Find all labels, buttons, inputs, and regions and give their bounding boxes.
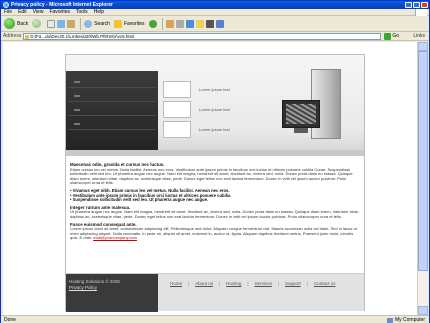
window-title: Privacy policy - Microsoft Internet Expl… — [11, 2, 113, 8]
forward-arrow-icon — [32, 19, 42, 28]
close-button[interactable] — [421, 2, 428, 8]
header-divider — [66, 150, 364, 156]
computer-icon — [386, 317, 393, 323]
footer-link-support[interactable]: Support — [285, 281, 301, 286]
folder-icon[interactable] — [195, 19, 204, 28]
menu-favorites[interactable]: Favorites — [49, 9, 70, 15]
footer-link-hosting[interactable]: Hosting — [226, 281, 241, 286]
footer-link-home[interactable]: Home — [170, 281, 182, 286]
footer-link-about[interactable]: About us — [195, 281, 213, 286]
nav-item[interactable] — [68, 103, 156, 116]
address-label: Address — [3, 33, 22, 39]
nav-bullet-icon — [74, 109, 80, 111]
nav-bullet-icon — [74, 81, 80, 83]
back-label: Back — [17, 20, 29, 27]
thumbnail[interactable] — [163, 121, 191, 138]
scroll-up-button[interactable] — [418, 42, 428, 51]
privacy-policy-link[interactable]: Privacy Policy — [69, 285, 155, 291]
scroll-down-button[interactable] — [418, 306, 428, 315]
thumbnail-caption[interactable]: Lorem ipsum text — [199, 127, 230, 132]
go-label: Go — [392, 33, 400, 39]
menu-edit[interactable]: Edit — [18, 9, 27, 15]
menu-help[interactable]: Help — [94, 9, 104, 15]
nav-bullet-icon — [74, 95, 80, 97]
print-icon[interactable] — [175, 19, 184, 28]
browser-window: Privacy policy - Microsoft Internet Expl… — [0, 0, 430, 323]
footer-separator: | — [306, 281, 308, 286]
menu-view[interactable]: View — [33, 9, 44, 15]
footer-nav: Home | About us | Hosting | Services | Suppo… — [170, 281, 335, 286]
paragraph: Etiam cursus leo vel metus. Nulla facili… — [70, 166, 353, 186]
research-icon[interactable] — [205, 19, 214, 28]
nav-bullet-icon — [74, 123, 80, 125]
vertical-scrollbar[interactable] — [417, 42, 428, 315]
toolbar: Back Search Favorites — [1, 16, 429, 32]
bullet-list: • Vivamus eget nibh. Etiam cursus leo ve… — [70, 188, 360, 203]
back-button[interactable]: Back — [4, 18, 28, 29]
footer-separator: | — [188, 281, 190, 286]
footer-separator: | — [218, 281, 221, 286]
footer-separator: | — [277, 281, 279, 286]
footer: Hosting Solutions © 2005 Privacy Policy … — [66, 273, 364, 312]
windows-logo — [415, 9, 427, 16]
stop-icon[interactable] — [47, 19, 56, 28]
page-viewport: Lorem ipsum text Lorem ipsum text Lorem … — [3, 42, 417, 315]
favorites-label: Favorites — [123, 20, 145, 27]
favorites-button[interactable]: Favorites — [113, 19, 145, 28]
status-bar: Done My Computer — [1, 315, 429, 323]
toolbar-separator — [80, 17, 82, 30]
back-arrow-icon — [4, 18, 15, 29]
zone-label: My Computer — [394, 317, 425, 323]
thumbnail-caption[interactable]: Lorem ipsum text — [199, 87, 230, 92]
forward-button[interactable] — [32, 19, 43, 28]
security-zone: My Computer — [386, 317, 425, 323]
toolbar-separator — [161, 17, 163, 30]
go-arrow-icon — [384, 32, 392, 40]
nav-item[interactable] — [68, 117, 156, 130]
ie-icon — [3, 2, 9, 8]
footer-link-contact[interactable]: Contact us — [314, 281, 336, 286]
thumbnail[interactable] — [163, 81, 191, 98]
thumbnail-caption[interactable]: Lorem ipsum text — [199, 107, 230, 112]
edit-icon[interactable] — [185, 19, 194, 28]
messenger-icon[interactable] — [215, 19, 224, 28]
paragraph: Ut pharetra augue nec augue. Nam elit ma… — [70, 209, 360, 219]
nav-item[interactable] — [68, 89, 156, 102]
menu-tools[interactable]: Tools — [76, 9, 88, 15]
nav-item[interactable] — [68, 75, 156, 88]
main-content: Maecenas odio, gravida et cursus nec luc… — [70, 162, 360, 244]
search-icon — [84, 19, 93, 28]
menu-bar: File Edit View Favorites Tools Help — [1, 9, 429, 16]
scrollbar-thumb[interactable] — [418, 51, 428, 271]
links-button[interactable]: Links — [413, 33, 425, 39]
header-banner: Lorem ipsum text Lorem ipsum text Lorem … — [66, 55, 364, 151]
footer-separator: | — [247, 281, 249, 286]
home-icon[interactable] — [67, 19, 76, 28]
footer-link-services[interactable]: Services — [255, 281, 272, 286]
address-input[interactable]: D:\Fa...do\Dec20.1\Lmbera\20\Wb.Pl\Rmbr\… — [23, 32, 382, 40]
email-link[interactable]: mail@yourcompany.com — [93, 235, 137, 241]
title-bar[interactable]: Privacy policy - Microsoft Internet Expl… — [1, 1, 429, 9]
star-icon — [113, 19, 122, 28]
paragraph: Lorem ipsum dolor sit amet, consectetuer… — [70, 226, 360, 241]
maximize-button[interactable] — [413, 2, 420, 8]
minimize-button[interactable] — [405, 2, 412, 8]
refresh-icon[interactable] — [57, 19, 66, 28]
list-item-text: Suspendisse sollicitudin velit sed leo. … — [72, 197, 209, 203]
status-text: Done — [4, 316, 16, 323]
website: Lorem ipsum text Lorem ipsum text Lorem … — [65, 54, 365, 312]
menu-file[interactable]: File — [4, 9, 12, 15]
footer-copyright-box: Hosting Solutions © 2005 Privacy Policy — [66, 274, 158, 312]
address-bar: Address D:\Fa...do\Dec20.1\Lmbera\20\Wb.… — [1, 32, 429, 41]
thumbnail[interactable] — [163, 101, 191, 118]
history-icon[interactable] — [148, 19, 157, 28]
mail-icon[interactable] — [165, 19, 174, 28]
list-item: • Suspendisse sollicitudin velit sed leo… — [70, 197, 209, 203]
monitor-image — [282, 100, 320, 128]
monitor-stand — [294, 128, 308, 133]
left-nav-panel — [66, 71, 158, 151]
search-label: Search — [94, 20, 110, 27]
search-button[interactable]: Search — [84, 19, 110, 28]
go-button[interactable]: Go — [384, 32, 400, 40]
